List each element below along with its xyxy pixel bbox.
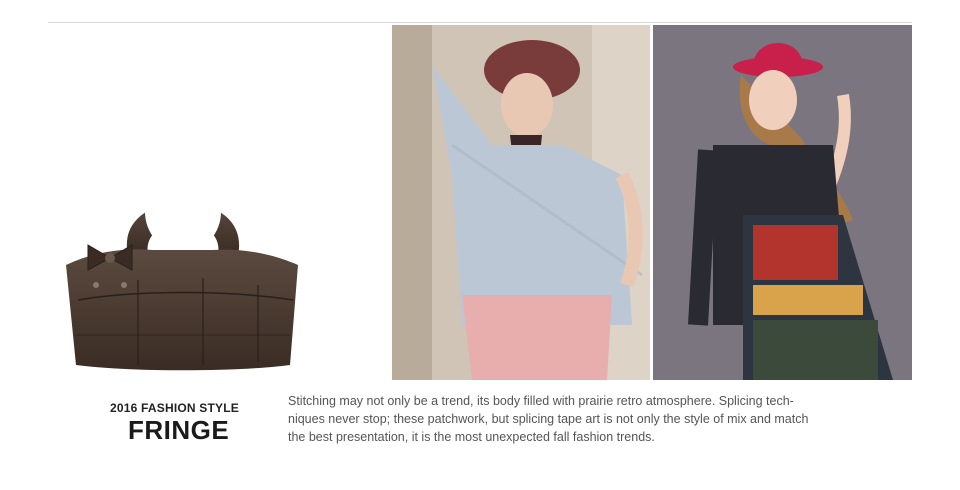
model-photo-red-hat: [653, 25, 912, 380]
caption-headline: FRINGE: [128, 415, 230, 445]
caption-body-line: Stitching may not only be a trend, its b…: [288, 394, 794, 408]
caption-body-line: niques never stop; these patchwork, but …: [288, 412, 809, 426]
handbag-product-image: [58, 150, 308, 380]
top-divider: [48, 22, 912, 23]
caption-body-line: the best presentation, it is the most un…: [288, 430, 655, 444]
caption-kicker: 2016 FASHION STYLE: [110, 401, 239, 415]
model-photo-striped-shirt: [392, 25, 650, 380]
caption-body: Stitching may not only be a trend, its b…: [288, 392, 868, 446]
